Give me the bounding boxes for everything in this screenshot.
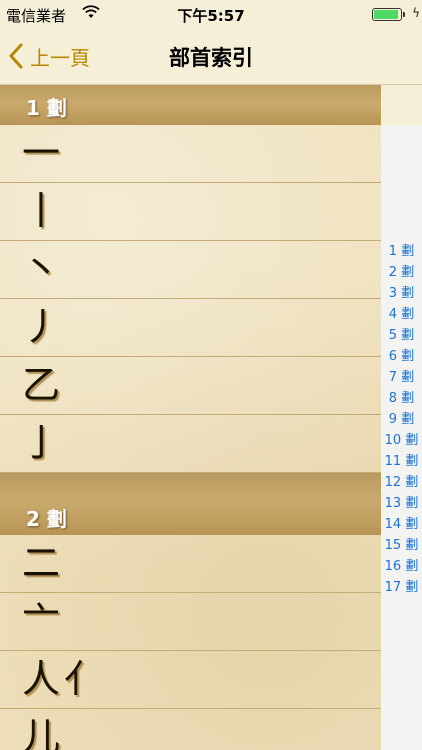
index-item[interactable]: 4 劃 [381, 304, 422, 325]
index-item[interactable]: 12 劃 [381, 472, 422, 493]
index-item[interactable]: 8 劃 [381, 388, 422, 409]
index-item[interactable]: 2 劃 [381, 262, 422, 283]
clock: 下午5:57 [177, 7, 245, 25]
index-item[interactable]: 16 劃 [381, 556, 422, 577]
list-item[interactable]: 亠 [0, 593, 381, 651]
index-item[interactable]: 11 劃 [381, 451, 422, 472]
index-item[interactable]: 10 劃 [381, 430, 422, 451]
radical-label: 亻 [64, 657, 103, 701]
radical-label: 一 [22, 131, 61, 175]
radical-label: 二 [22, 541, 61, 585]
index-item[interactable]: 17 劃 [381, 577, 422, 598]
list-item[interactable]: 丿 [0, 299, 381, 357]
list-item[interactable]: 丨 [0, 183, 381, 241]
section-header: 2 劃 [0, 473, 381, 535]
list-item[interactable]: 二 [0, 535, 381, 593]
radical-list[interactable]: 1 劃 一 丨 丶 丿 乙 亅 2 劃 二 亠 人 亻 儿 [0, 85, 381, 750]
radical-label: 乙 [22, 363, 61, 407]
list-item[interactable]: 儿 [0, 709, 381, 750]
index-item[interactable]: 5 劃 [381, 325, 422, 346]
section-header: 1 劃 [0, 85, 381, 125]
radical-label: 亅 [22, 421, 61, 465]
index-item[interactable]: 1 劃 [381, 241, 422, 262]
index-item[interactable]: 7 劃 [381, 367, 422, 388]
navigation-bar: 上一頁 部首索引 [0, 28, 422, 85]
battery-icon [372, 8, 405, 21]
status-bar: 電信業者 下午5:57 ϟ [0, 0, 422, 28]
list-item[interactable]: 一 [0, 125, 381, 183]
radical-label: 亠 [22, 599, 61, 643]
radical-label: 丶 [22, 247, 61, 291]
index-item[interactable]: 3 劃 [381, 283, 422, 304]
radical-label: 人 [22, 657, 61, 701]
index-item[interactable]: 15 劃 [381, 535, 422, 556]
index-item[interactable]: 6 劃 [381, 346, 422, 367]
list-item[interactable]: 亅 [0, 415, 381, 473]
list-item[interactable]: 乙 [0, 357, 381, 415]
radical-label: 儿 [22, 715, 61, 750]
radical-label: 丿 [22, 305, 61, 349]
list-item[interactable]: 人 亻 [0, 651, 381, 709]
index-item[interactable]: 9 劃 [381, 409, 422, 430]
index-item[interactable]: 13 劃 [381, 493, 422, 514]
index-item[interactable]: 14 劃 [381, 514, 422, 535]
section-header-label: 1 劃 [26, 96, 67, 120]
section-index[interactable]: 1 劃 2 劃 3 劃 4 劃 5 劃 6 劃 7 劃 8 劃 9 劃 10 劃… [381, 85, 422, 750]
section-index-list[interactable]: 1 劃 2 劃 3 劃 4 劃 5 劃 6 劃 7 劃 8 劃 9 劃 10 劃… [381, 241, 422, 598]
page-title: 部首索引 [169, 46, 253, 70]
section-header-label: 2 劃 [26, 507, 67, 531]
charging-icon: ϟ [412, 6, 420, 20]
battery-fill [374, 10, 398, 19]
list-item[interactable]: 丶 [0, 241, 381, 299]
radical-label: 丨 [22, 189, 61, 233]
